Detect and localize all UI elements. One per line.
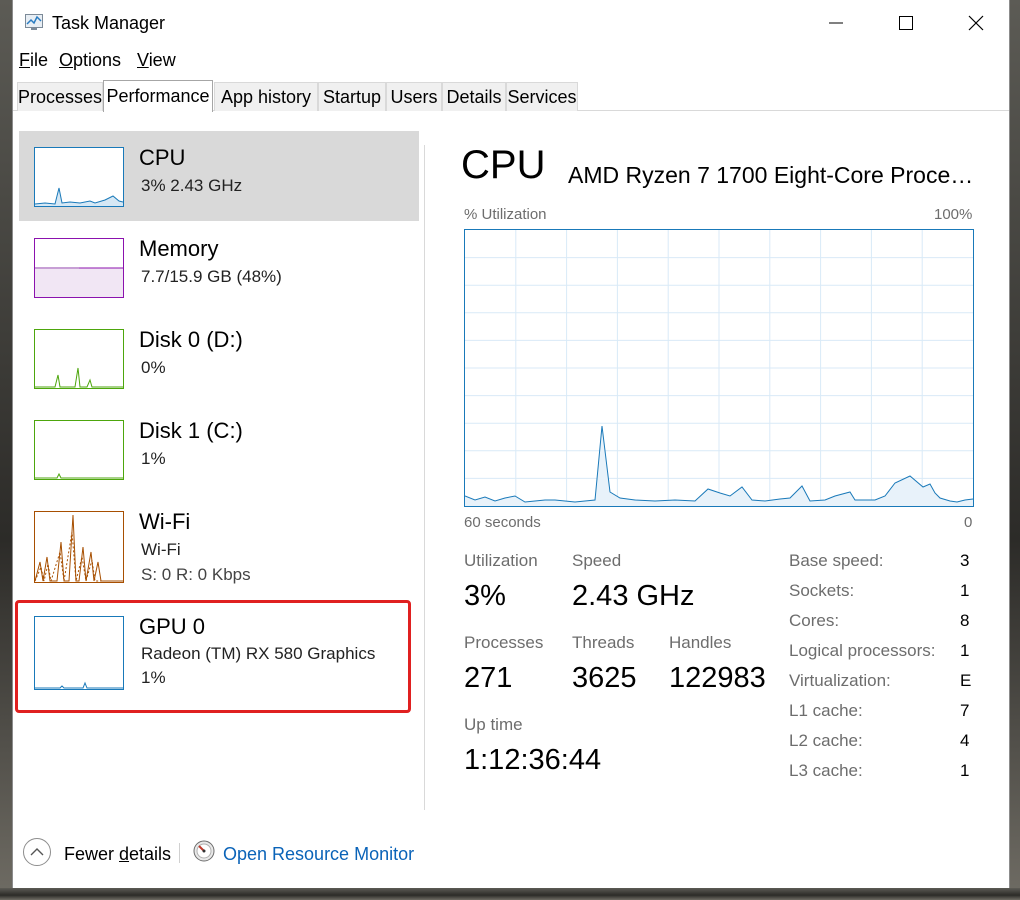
disk1-mini-graph (34, 420, 124, 480)
maximize-button[interactable] (871, 0, 941, 46)
spec-value: 8 (960, 611, 970, 630)
spec-label: L2 cache: (789, 731, 863, 750)
pane-divider (424, 145, 425, 810)
spec-value: 1 (960, 581, 970, 600)
gpu-mini-graph (34, 616, 124, 690)
resource-detail: 0% (141, 358, 166, 377)
disk0-mini-graph (34, 329, 124, 389)
memory-mini-graph (34, 238, 124, 298)
processes-label: Processes (464, 633, 544, 652)
tab-app-history[interactable]: App history (214, 82, 318, 111)
resource-memory[interactable]: Memory 7.7/15.9 GB (48%) (19, 222, 419, 312)
resource-cpu[interactable]: CPU 3% 2.43 GHz (19, 131, 419, 221)
resource-title: Disk 1 (C:) (139, 418, 243, 443)
footer-bar: Fewer details Open Resource Monitor (13, 830, 1009, 880)
title-bar[interactable]: Task Manager (13, 0, 1009, 46)
spec-label: Sockets: (789, 581, 855, 600)
spec-value: 1 (960, 761, 970, 780)
tab-processes[interactable]: Processes (17, 82, 103, 111)
spec-label: Base speed: (789, 551, 884, 570)
resource-title: Disk 0 (D:) (139, 327, 243, 352)
utilization-label: Utilization (464, 551, 538, 570)
cpu-utilization-graph (464, 229, 974, 507)
spec-value: 3 (960, 551, 970, 570)
resource-title: CPU (139, 145, 186, 170)
task-manager-icon (25, 14, 43, 30)
spec-label: Virtualization: (789, 671, 891, 690)
uptime-value: 1:12:36:44 (464, 744, 602, 776)
open-resource-monitor-link[interactable]: Open Resource Monitor (223, 844, 414, 865)
cpu-model-name: AMD Ryzen 7 1700 Eight-Core Processor (568, 162, 983, 188)
detail-title: CPU (461, 143, 546, 187)
task-manager-window: Task Manager File Options View Processes… (12, 0, 1010, 888)
window-title: Task Manager (52, 13, 166, 33)
graph-label-time-span: 60 seconds (464, 514, 541, 531)
resource-detail: Wi-Fi (141, 540, 181, 559)
handles-label: Handles (669, 633, 732, 652)
speed-value: 2.43 GHz (572, 580, 695, 612)
footer-separator (179, 843, 180, 863)
spec-value: 4 (960, 731, 970, 750)
graph-label-now: 0 (964, 514, 973, 531)
spec-label: L3 cache: (789, 761, 863, 780)
graph-label-utilization: % Utilization (464, 206, 547, 223)
close-icon (968, 15, 984, 31)
graph-label-max: 100% (934, 206, 973, 223)
resource-gpu-0[interactable]: GPU 0 Radeon (TM) RX 580 Graphics 1% (19, 601, 419, 701)
tab-details[interactable]: Details (442, 82, 506, 111)
threads-label: Threads (572, 633, 635, 652)
resource-title: GPU 0 (139, 614, 206, 639)
uptime-label: Up time (464, 715, 523, 734)
resource-wifi[interactable]: Wi-Fi Wi-Fi S: 0 R: 0 Kbps (19, 495, 419, 595)
fewer-details-link[interactable]: Fewer details (64, 844, 171, 865)
menu-bar: File Options View (13, 46, 1009, 74)
menu-options[interactable]: Options (59, 50, 121, 71)
spec-label: Cores: (789, 611, 840, 630)
resource-title: Wi-Fi (139, 509, 191, 534)
wifi-mini-graph (34, 511, 124, 583)
resource-detail: 1% (141, 449, 166, 468)
tab-startup[interactable]: Startup (318, 82, 386, 111)
spec-value: 7 (960, 701, 970, 720)
tab-strip: Processes Performance App history Startu… (13, 80, 1009, 112)
tab-performance[interactable]: Performance (103, 80, 213, 112)
spec-value: 1 (960, 641, 970, 660)
minimize-icon (829, 22, 843, 24)
resource-disk-0[interactable]: Disk 0 (D:) 0% (19, 313, 419, 403)
maximize-icon (899, 16, 913, 30)
resource-title: Memory (139, 236, 219, 261)
utilization-value: 3% (464, 580, 506, 612)
tab-users[interactable]: Users (386, 82, 442, 111)
resource-monitor-icon (193, 840, 215, 862)
menu-file[interactable]: File (19, 50, 48, 71)
spec-value: E (960, 671, 972, 690)
spec-label: L1 cache: (789, 701, 863, 720)
close-button[interactable] (941, 0, 1011, 46)
resource-detail-2: 1% (141, 668, 166, 687)
threads-value: 3625 (572, 662, 637, 694)
spec-label: Logical processors: (789, 641, 936, 660)
resource-detail: 3% 2.43 GHz (141, 176, 243, 195)
resource-detail: 7.7/15.9 GB (48%) (141, 267, 282, 286)
menu-view[interactable]: View (137, 50, 176, 71)
cpu-mini-graph (34, 147, 124, 207)
minimize-button[interactable] (801, 0, 871, 46)
handles-value: 122983 (669, 662, 766, 694)
processes-value: 271 (464, 662, 513, 694)
resource-disk-1[interactable]: Disk 1 (C:) 1% (19, 404, 419, 494)
resource-detail-2: S: 0 R: 0 Kbps (141, 565, 251, 584)
chevron-up-icon (30, 848, 44, 856)
speed-label: Speed (572, 551, 622, 570)
tab-services[interactable]: Services (506, 82, 578, 111)
fewer-details-button[interactable] (23, 838, 51, 866)
resource-detail: Radeon (TM) RX 580 Graphics (141, 644, 376, 663)
